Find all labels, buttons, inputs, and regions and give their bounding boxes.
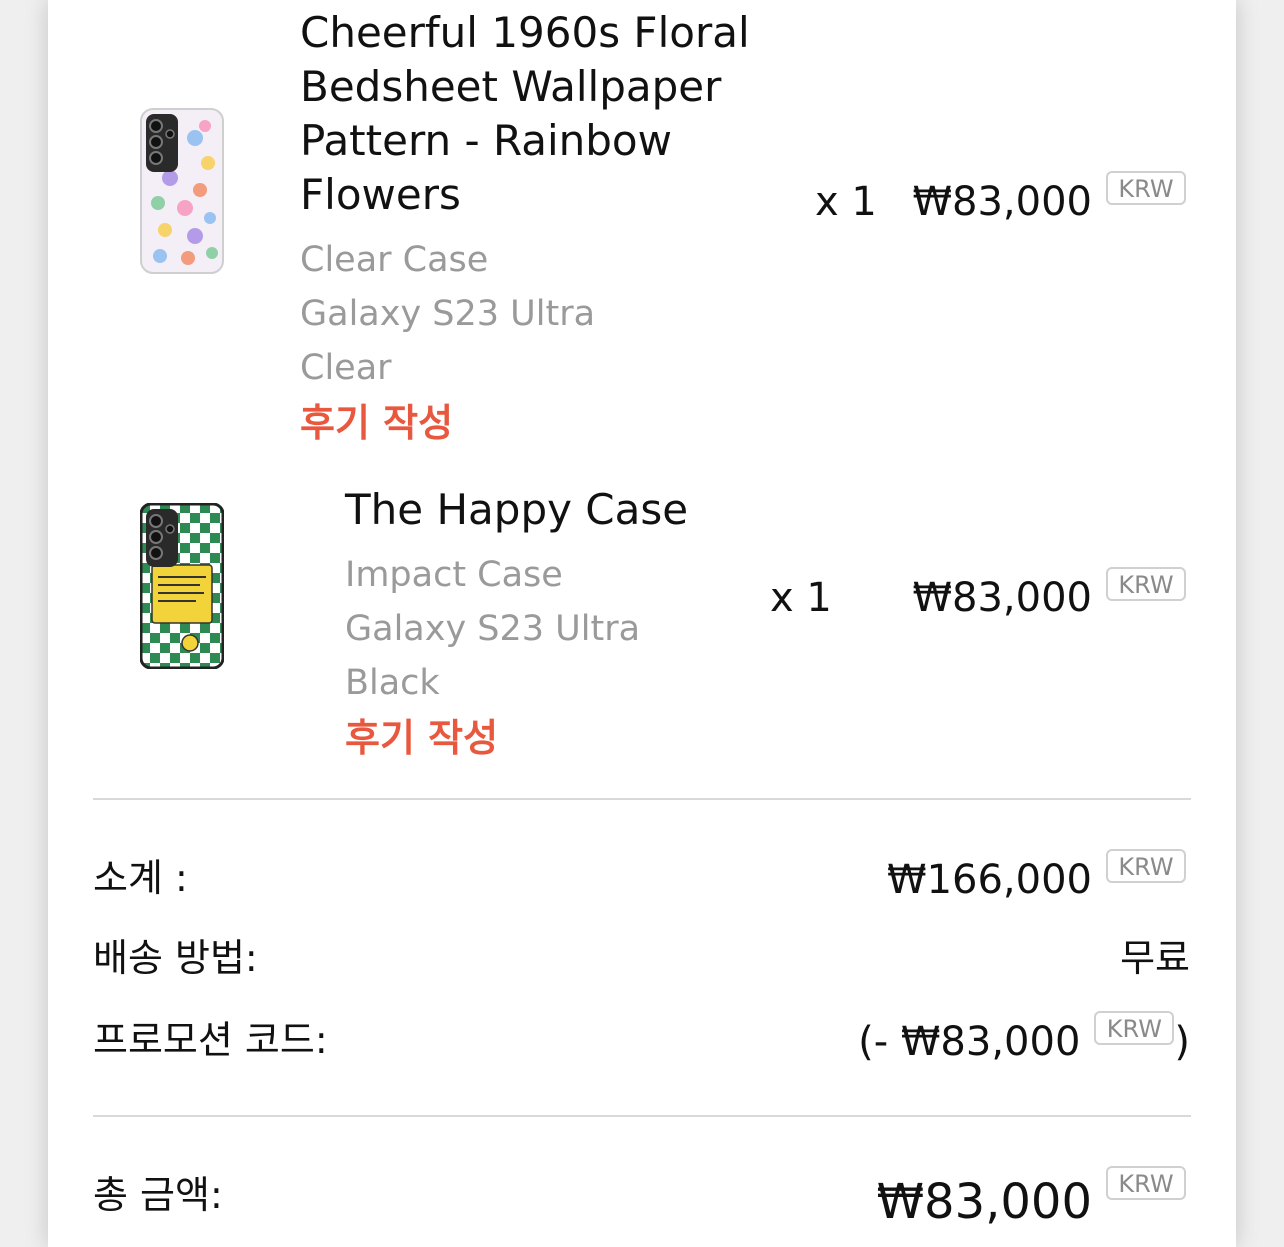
item-1-device: Galaxy S23 Ultra [300,294,596,334]
item-2-type: Impact Case [345,555,563,595]
promo-currency-badge: KRW [1094,1011,1175,1045]
item-2-price: ₩83,000 [912,575,1092,621]
item-1-write-review-link[interactable]: 후기 작성 [300,398,453,448]
item-1-color: Clear [300,348,392,388]
happy-case-image [139,502,225,670]
item-1-title-line: Pattern - Rainbow [300,116,672,165]
item-2-color: Black [345,663,440,703]
divider [93,1115,1191,1117]
subtotal-value: ₩166,000 [887,857,1092,903]
total-value: ₩83,000 [876,1174,1092,1230]
shipping-label: 배송 방법: [93,936,258,980]
item-1-type: Clear Case [300,240,489,280]
divider [93,798,1191,800]
item-1-title-line: Flowers [300,170,461,219]
promo-value-group: (- ₩83,000 KRW ) [858,1011,1190,1067]
promo-prefix: (- [858,1019,901,1065]
product-thumbnail-happy[interactable] [139,502,225,670]
item-1-title-line: Cheerful 1960s Floral [300,8,750,57]
product-thumbnail-floral[interactable] [140,108,224,274]
total-label: 총 금액: [93,1173,223,1217]
item-1-quantity: x 1 [815,179,877,225]
item-1-price: ₩83,000 [912,179,1092,225]
total-currency-badge: KRW [1106,1166,1186,1200]
item-1-title-line: Bedsheet Wallpaper [300,62,722,111]
item-2-quantity: x 1 [770,575,832,621]
promo-suffix: ) [1174,1019,1190,1065]
promo-label: 프로모션 코드: [93,1018,328,1062]
subtotal-label: 소계 : [93,856,188,900]
shipping-value: 무료 [1120,936,1190,980]
item-2-title[interactable]: The Happy Case [345,483,688,537]
item-2-device: Galaxy S23 Ultra [345,609,641,649]
item-2-currency-badge: KRW [1106,567,1186,601]
item-1-title[interactable]: Cheerful 1960s Floral Bedsheet Wallpaper… [300,6,750,222]
subtotal-currency-badge: KRW [1106,849,1186,883]
floral-case-image [140,108,224,274]
item-1-currency-badge: KRW [1106,171,1186,205]
promo-value: ₩83,000 [900,1019,1081,1065]
item-2-write-review-link[interactable]: 후기 작성 [345,713,498,763]
